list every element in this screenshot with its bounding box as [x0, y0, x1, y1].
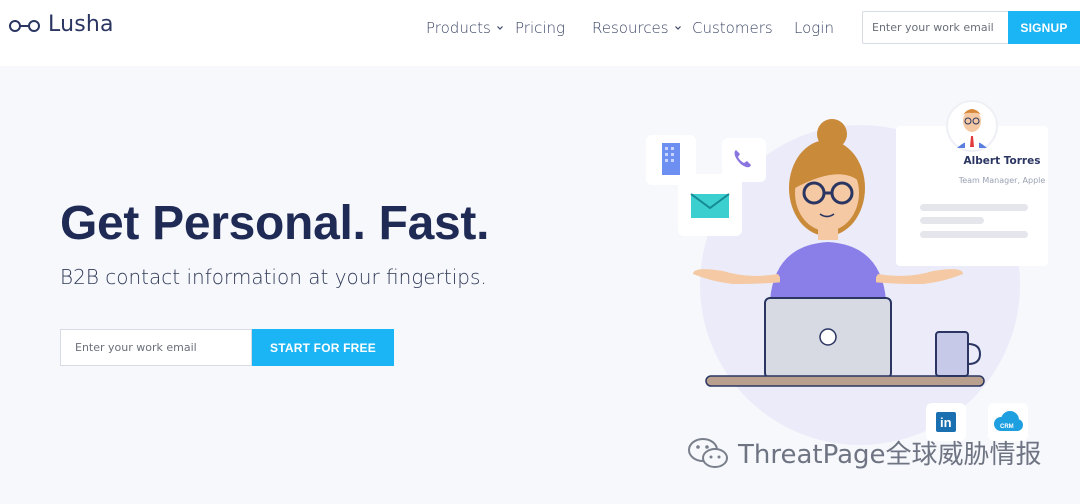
watermark: ThreatPage全球威胁情报	[686, 434, 1042, 471]
nav-item-resources[interactable]: Resources	[592, 19, 682, 37]
chevron-down-icon	[674, 26, 681, 30]
nav-label: Pricing	[515, 19, 566, 37]
contact-role: Team Manager, Apple	[958, 176, 1046, 185]
header-email-input[interactable]	[862, 11, 1008, 44]
nav-label: Resources	[592, 19, 669, 37]
contact-name: Albert Torres	[963, 155, 1041, 167]
site-header: Lusha Products Pricing Resources Custome…	[0, 0, 1080, 66]
hero-subtitle: B2B contact information at your fingerti…	[60, 265, 487, 289]
signup-button[interactable]: SIGNUP	[1008, 11, 1080, 44]
linkedin-label: in	[940, 415, 952, 430]
wechat-icon	[688, 437, 728, 468]
watermark-text: ThreatPage全球威胁情报	[738, 440, 1042, 470]
nav-label: Products	[426, 19, 491, 37]
envelope-icon	[690, 193, 730, 218]
nav-item-customers[interactable]: Customers	[692, 19, 773, 37]
nav-item-pricing[interactable]: Pricing	[515, 19, 565, 37]
avatar	[946, 100, 998, 152]
hero-email-input[interactable]	[60, 329, 252, 366]
crm-label: CRM	[1000, 424, 1014, 430]
start-for-free-button[interactable]: START FOR FREE	[252, 329, 394, 366]
nav-item-login[interactable]: Login	[794, 19, 834, 37]
hero-title: Get Personal. Fast.	[60, 197, 490, 250]
nav-item-products[interactable]: Products	[426, 19, 504, 37]
chevron-down-icon	[496, 26, 503, 30]
nav-label: Login	[794, 19, 834, 37]
nav-label: Customers	[692, 19, 773, 37]
building-icon	[662, 143, 680, 175]
